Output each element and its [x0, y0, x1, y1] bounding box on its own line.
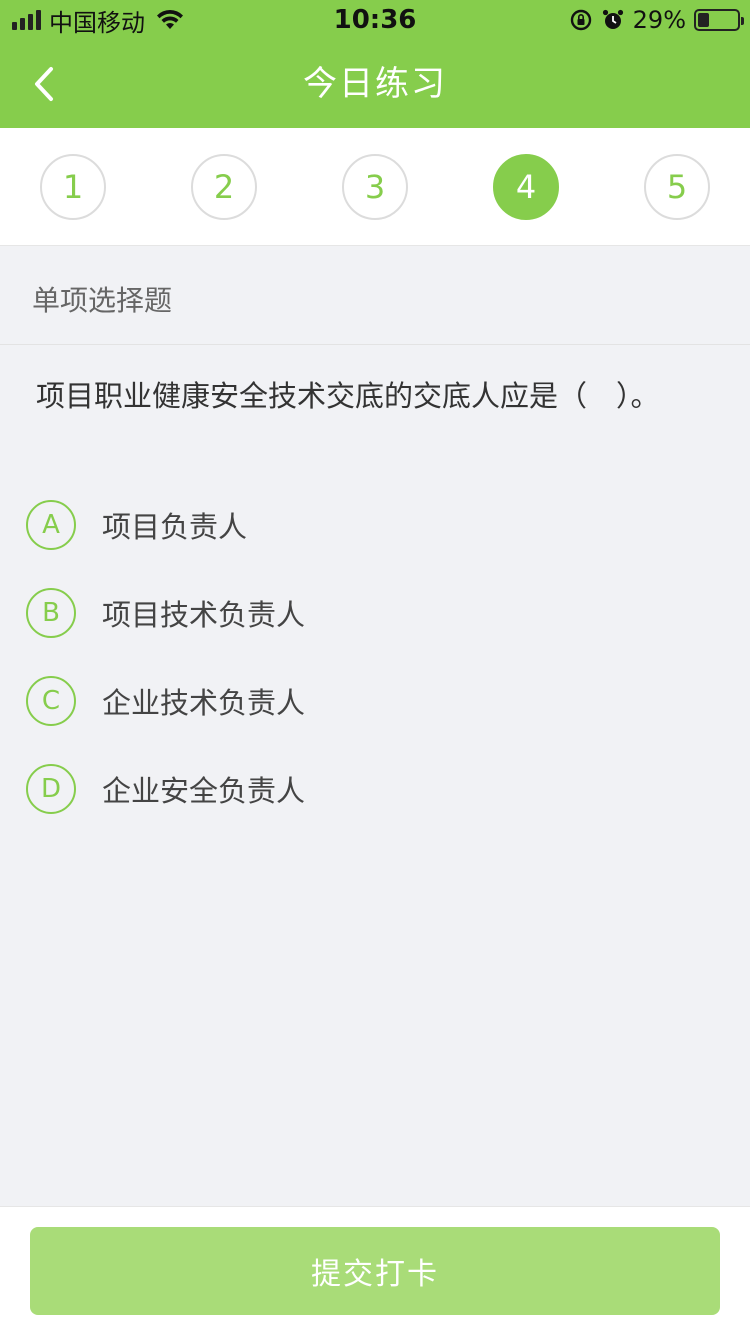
app-header: 中国移动 10:36 29% 今日练习 — [0, 0, 750, 128]
rotation-lock-icon — [570, 9, 591, 31]
submit-checkin-button[interactable]: 提交打卡 — [30, 1227, 720, 1315]
alarm-icon — [602, 9, 623, 29]
page-title: 今日练习 — [303, 64, 447, 104]
option-b[interactable]: B 项目技术负责人 — [26, 587, 305, 639]
option-d[interactable]: D 企业安全负责人 — [26, 763, 305, 815]
option-letter: A — [26, 500, 76, 550]
question-type: 单项选择题 — [0, 247, 750, 345]
option-text: 项目技术负责人 — [102, 598, 306, 632]
option-text: 企业技术负责人 — [102, 686, 306, 720]
question-text: 项目职业健康安全技术交底的交底人应是（ ）。 — [36, 379, 660, 413]
option-a[interactable]: A 项目负责人 — [26, 499, 247, 551]
option-text: 企业安全负责人 — [102, 774, 306, 808]
battery-level — [698, 13, 710, 27]
footer-bar: 提交打卡 — [0, 1206, 750, 1334]
option-letter: C — [26, 676, 76, 726]
step-4[interactable]: 4 — [493, 154, 559, 220]
battery-percent: 29% — [632, 6, 686, 34]
step-3[interactable]: 3 — [342, 154, 408, 220]
option-c[interactable]: C 企业技术负责人 — [26, 675, 305, 727]
status-bar: 中国移动 10:36 29% — [0, 0, 750, 40]
option-text: 项目负责人 — [102, 510, 248, 544]
step-1[interactable]: 1 — [40, 154, 106, 220]
option-letter: B — [26, 588, 76, 638]
step-5[interactable]: 5 — [644, 154, 710, 220]
step-2[interactable]: 2 — [191, 154, 257, 220]
battery-icon — [694, 9, 744, 31]
question-stepper: 1 2 3 4 5 — [0, 128, 750, 246]
option-letter: D — [26, 764, 76, 814]
navigation-bar: 今日练习 — [0, 40, 750, 128]
status-right: 29% — [569, 4, 744, 36]
